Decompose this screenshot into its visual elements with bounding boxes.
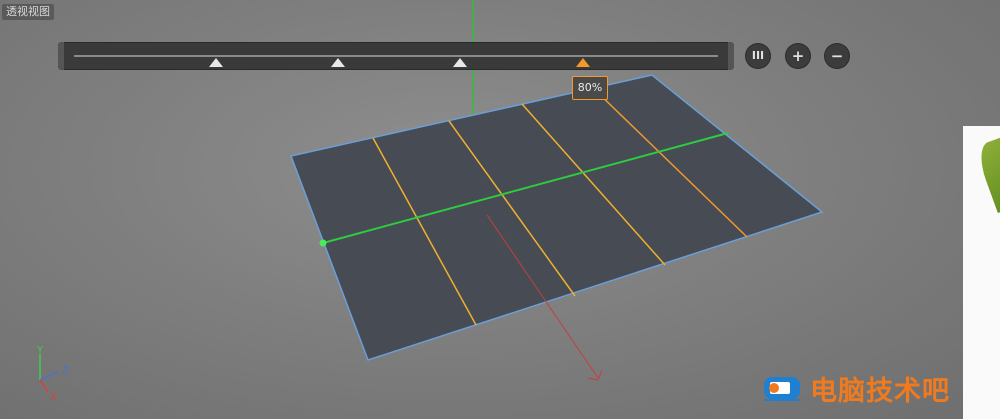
- pause-button[interactable]: III: [746, 44, 770, 68]
- edge-point: [319, 239, 327, 247]
- axis-z-label: Z: [62, 365, 69, 376]
- slider-left-cap: [58, 42, 64, 70]
- axis-gizmo: Y Z X: [36, 345, 69, 402]
- remove-button[interactable]: −: [825, 44, 849, 68]
- loop-cut-slider[interactable]: [58, 42, 734, 70]
- slider-handle-3[interactable]: [453, 58, 468, 67]
- slider-right-cap: [728, 42, 734, 70]
- watermark-logo-icon: [764, 377, 800, 401]
- slider-handle-2[interactable]: [331, 58, 346, 67]
- axis-y-label: Y: [36, 345, 44, 356]
- watermark-text: 电脑技术吧: [810, 375, 950, 407]
- watermark: 电脑技术吧: [762, 368, 950, 408]
- add-button[interactable]: +: [786, 44, 810, 68]
- slider-handle-4[interactable]: [575, 58, 590, 67]
- world-x-arrow: [587, 369, 603, 381]
- slider-track[interactable]: [74, 55, 718, 57]
- axis-x-label: X: [50, 392, 57, 402]
- slider-handle-1[interactable]: [208, 58, 223, 67]
- slider-value-tooltip: 80%: [572, 76, 608, 100]
